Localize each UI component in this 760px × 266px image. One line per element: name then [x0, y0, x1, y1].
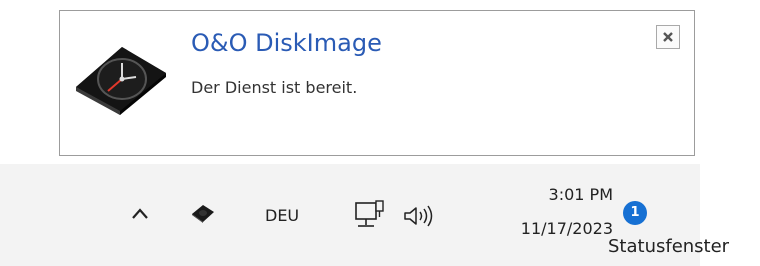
diskimage-tray-icon [192, 205, 214, 223]
language-indicator[interactable]: DEU [265, 206, 299, 225]
caption-label: Statusfenster [608, 236, 730, 257]
clock-time[interactable]: 3:01 PM [493, 185, 613, 204]
clock-date[interactable]: 11/17/2023 [473, 219, 613, 238]
volume-button[interactable] [402, 204, 438, 232]
close-icon [663, 32, 673, 42]
network-icon [355, 200, 384, 227]
speaker-icon [404, 205, 433, 227]
notification-toast[interactable]: O&O DiskImage Der Dienst ist bereit. [59, 10, 695, 156]
notification-message: Der Dienst ist bereit. [191, 78, 358, 97]
network-button[interactable] [354, 200, 388, 234]
diskimage-app-icon [70, 27, 170, 119]
chevron-up-icon [132, 208, 148, 219]
close-button[interactable] [656, 25, 680, 49]
diskimage-tray-button[interactable] [190, 202, 216, 228]
notification-title: O&O DiskImage [191, 29, 382, 57]
show-hidden-icons-button[interactable] [130, 206, 150, 225]
notification-count-badge[interactable]: 1 [623, 201, 647, 225]
taskbar: DEU 3:01 PM 11/17/2023 1 [0, 164, 700, 266]
